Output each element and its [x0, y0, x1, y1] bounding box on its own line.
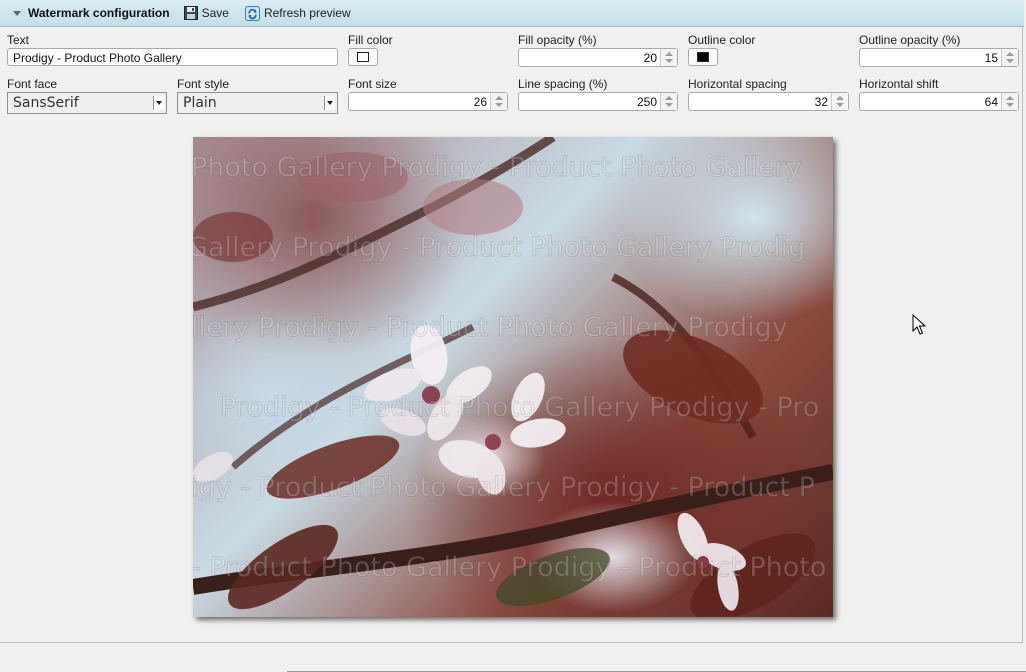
- spinner-arrows[interactable]: [660, 49, 677, 66]
- collapse-icon[interactable]: [12, 8, 22, 18]
- font-face-value: SansSerif: [13, 95, 79, 111]
- watermark-preview-image: Photo Gallery Prodigy - Product Photo Ga…: [193, 137, 833, 617]
- watermark-row: - Product Photo Gallery Prodigy - Produc…: [193, 552, 827, 584]
- blossom-photo: [193, 137, 833, 617]
- mouse-pointer-icon: [912, 314, 926, 335]
- fill-color-group: Fill color: [348, 33, 498, 73]
- font-size-label: Font size: [348, 77, 397, 91]
- font-size-value: 26: [473, 95, 487, 109]
- spin-up-icon[interactable]: [1006, 52, 1014, 56]
- spin-up-icon[interactable]: [495, 96, 503, 100]
- outline-opacity-spinner[interactable]: 15: [859, 48, 1019, 67]
- spinner-arrows[interactable]: [490, 93, 507, 110]
- refresh-preview-button[interactable]: Refresh preview: [244, 5, 351, 21]
- spin-up-icon[interactable]: [836, 96, 844, 100]
- horizontal-shift-group: Horizontal shift 64: [859, 77, 1021, 117]
- watermark-row: Photo Gallery Prodigy - Product Photo Ga…: [193, 152, 802, 184]
- spin-down-icon[interactable]: [495, 103, 503, 107]
- outline-color-group: Outline color: [688, 33, 838, 73]
- panel-title: Watermark configuration: [28, 6, 170, 20]
- font-style-group: Font style Plain: [177, 77, 339, 117]
- fill-color-label: Fill color: [348, 33, 393, 47]
- spin-down-icon[interactable]: [1006, 59, 1014, 63]
- text-field-group: Text Prodigy - Product Photo Gallery: [7, 33, 339, 73]
- line-spacing-value: 250: [636, 95, 657, 109]
- save-label: Save: [201, 6, 229, 20]
- watermark-row: igy - Product Photo Gallery Prodigy - Pr…: [193, 472, 815, 504]
- watermark-text-input[interactable]: Prodigy - Product Photo Gallery: [7, 48, 338, 66]
- watermark-row: llery Prodigy - Product Photo Gallery Pr…: [193, 312, 788, 344]
- text-label: Text: [7, 33, 30, 47]
- spin-up-icon[interactable]: [665, 52, 673, 56]
- floppy-disk-icon: [183, 6, 198, 20]
- horizontal-shift-value: 64: [984, 95, 998, 109]
- refresh-preview-label: Refresh preview: [263, 6, 351, 20]
- font-style-select[interactable]: Plain: [177, 92, 338, 114]
- spin-up-icon[interactable]: [1006, 96, 1014, 100]
- fill-color-button[interactable]: [348, 48, 378, 66]
- spin-down-icon[interactable]: [665, 103, 673, 107]
- dropdown-arrow-icon[interactable]: [324, 96, 335, 110]
- fill-opacity-label: Fill opacity (%): [518, 33, 597, 47]
- font-face-select[interactable]: SansSerif: [7, 92, 167, 114]
- horizontal-spacing-group: Horizontal spacing 32: [688, 77, 850, 117]
- spin-up-icon[interactable]: [665, 96, 673, 100]
- horizontal-spacing-spinner[interactable]: 32: [688, 92, 849, 111]
- font-face-group: Font face SansSerif: [7, 77, 169, 117]
- fill-opacity-value: 20: [643, 51, 657, 65]
- outline-color-button[interactable]: [688, 48, 718, 66]
- spinner-arrows[interactable]: [1001, 49, 1018, 66]
- outline-color-swatch: [697, 52, 709, 62]
- font-style-value: Plain: [183, 95, 217, 111]
- outline-opacity-group: Outline opacity (%) 15: [859, 33, 1021, 73]
- watermark-row: Gallery Prodigy - Product Photo Gallery …: [193, 232, 806, 264]
- spinner-arrows[interactable]: [660, 93, 677, 110]
- save-button[interactable]: Save: [183, 6, 229, 20]
- spin-down-icon[interactable]: [1006, 103, 1014, 107]
- font-size-spinner[interactable]: 26: [348, 92, 508, 111]
- outline-opacity-value: 15: [984, 51, 998, 65]
- dropdown-arrow-icon[interactable]: [153, 96, 164, 110]
- font-size-group: Font size 26: [348, 77, 510, 117]
- spin-down-icon[interactable]: [836, 103, 844, 107]
- horizontal-spacing-value: 32: [814, 95, 828, 109]
- horizontal-shift-label: Horizontal shift: [859, 77, 939, 91]
- line-spacing-group: Line spacing (%) 250: [518, 77, 680, 117]
- fill-opacity-spinner[interactable]: 20: [518, 48, 678, 67]
- spinner-arrows[interactable]: [1001, 93, 1018, 110]
- outline-opacity-label: Outline opacity (%): [859, 33, 961, 47]
- fill-opacity-group: Fill opacity (%) 20: [518, 33, 680, 73]
- watermark-row: Prodigy - Product Photo Gallery Prodigy …: [219, 392, 820, 424]
- font-face-label: Font face: [7, 77, 58, 91]
- spin-down-icon[interactable]: [665, 59, 673, 63]
- spinner-arrows[interactable]: [831, 93, 848, 110]
- watermark-panel: Watermark configuration Save Refresh pre…: [0, 0, 1024, 643]
- refresh-icon: [244, 5, 260, 21]
- line-spacing-label: Line spacing (%): [518, 77, 608, 91]
- font-style-label: Font style: [177, 77, 230, 91]
- line-spacing-spinner[interactable]: 250: [518, 92, 678, 111]
- toolbar: Watermark configuration Save Refresh pre…: [0, 0, 1024, 27]
- outline-color-label: Outline color: [688, 33, 756, 47]
- horizontal-spacing-label: Horizontal spacing: [688, 77, 787, 91]
- horizontal-shift-spinner[interactable]: 64: [859, 92, 1019, 111]
- fill-color-swatch: [357, 52, 369, 62]
